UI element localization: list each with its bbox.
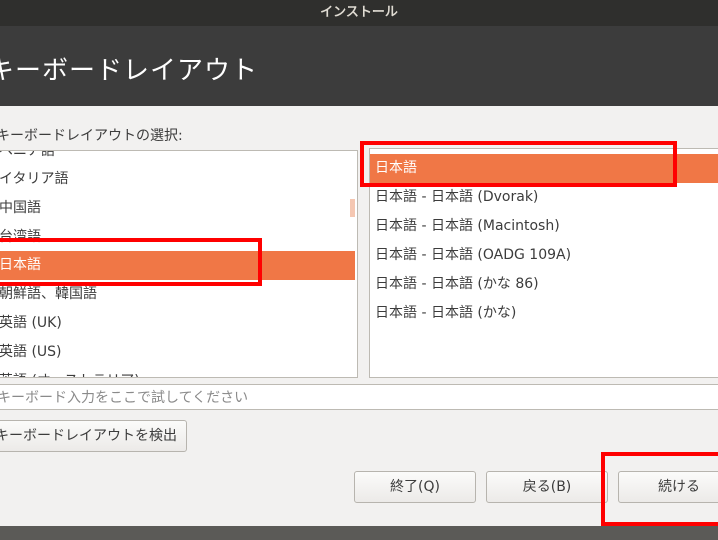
variant-item[interactable]: 日本語 - 日本語 (かな) <box>370 299 718 328</box>
window-title: インストール <box>320 5 398 20</box>
keyboard-test-input[interactable]: キーボード入力をここで試してください <box>0 384 718 410</box>
window-titlebar: インストール <box>0 0 718 26</box>
layout-select-label: キーボードレイアウトの選択: <box>0 128 183 144</box>
list-item[interactable]: 英語 (オーストラリア) <box>0 367 355 377</box>
detect-layout-button[interactable]: キーボードレイアウトを検出 <box>0 420 187 452</box>
list-item-selected[interactable]: 日本語 <box>0 251 355 280</box>
variant-item[interactable]: 日本語 - 日本語 (Macintosh) <box>370 212 718 241</box>
variant-item[interactable]: 日本語 - 日本語 (Dvorak) <box>370 183 718 212</box>
variant-item[interactable]: 日本語 - 日本語 (かな 86) <box>370 270 718 299</box>
variant-item-selected[interactable]: 日本語 <box>370 154 718 183</box>
continue-button[interactable]: 続ける <box>618 471 718 503</box>
language-list-scrollbar[interactable] <box>350 199 355 217</box>
list-item[interactable]: 英語 (US) <box>0 338 355 367</box>
list-item[interactable]: 英語 (UK) <box>0 309 355 338</box>
back-button[interactable]: 戻る(B) <box>486 471 608 503</box>
page-title: キーボードレイアウト <box>0 56 259 86</box>
quit-button[interactable]: 終了(Q) <box>354 471 476 503</box>
list-item[interactable]: 中国語 <box>0 194 355 223</box>
list-item[interactable]: イタリア語 <box>0 165 355 194</box>
list-item[interactable]: 朝鮮語、韓国語 <box>0 280 355 309</box>
language-list[interactable]: ベニア語 イタリア語 中国語 台湾語 日本語 朝鮮語、韓国語 英語 (UK) 英… <box>0 150 358 378</box>
variant-item[interactable]: 日本語 - 日本語 (OADG 109A) <box>370 241 718 270</box>
list-item[interactable]: ベニア語 <box>0 151 355 166</box>
list-item[interactable]: 台湾語 <box>0 223 355 252</box>
keyboard-test-placeholder: キーボード入力をここで試してください <box>0 390 249 406</box>
layout-variant-list[interactable]: 日本語 日本語 - 日本語 (Dvorak) 日本語 - 日本語 (Macint… <box>369 148 718 378</box>
bottom-panel <box>0 526 718 540</box>
page-header: キーボードレイアウト <box>0 26 718 106</box>
